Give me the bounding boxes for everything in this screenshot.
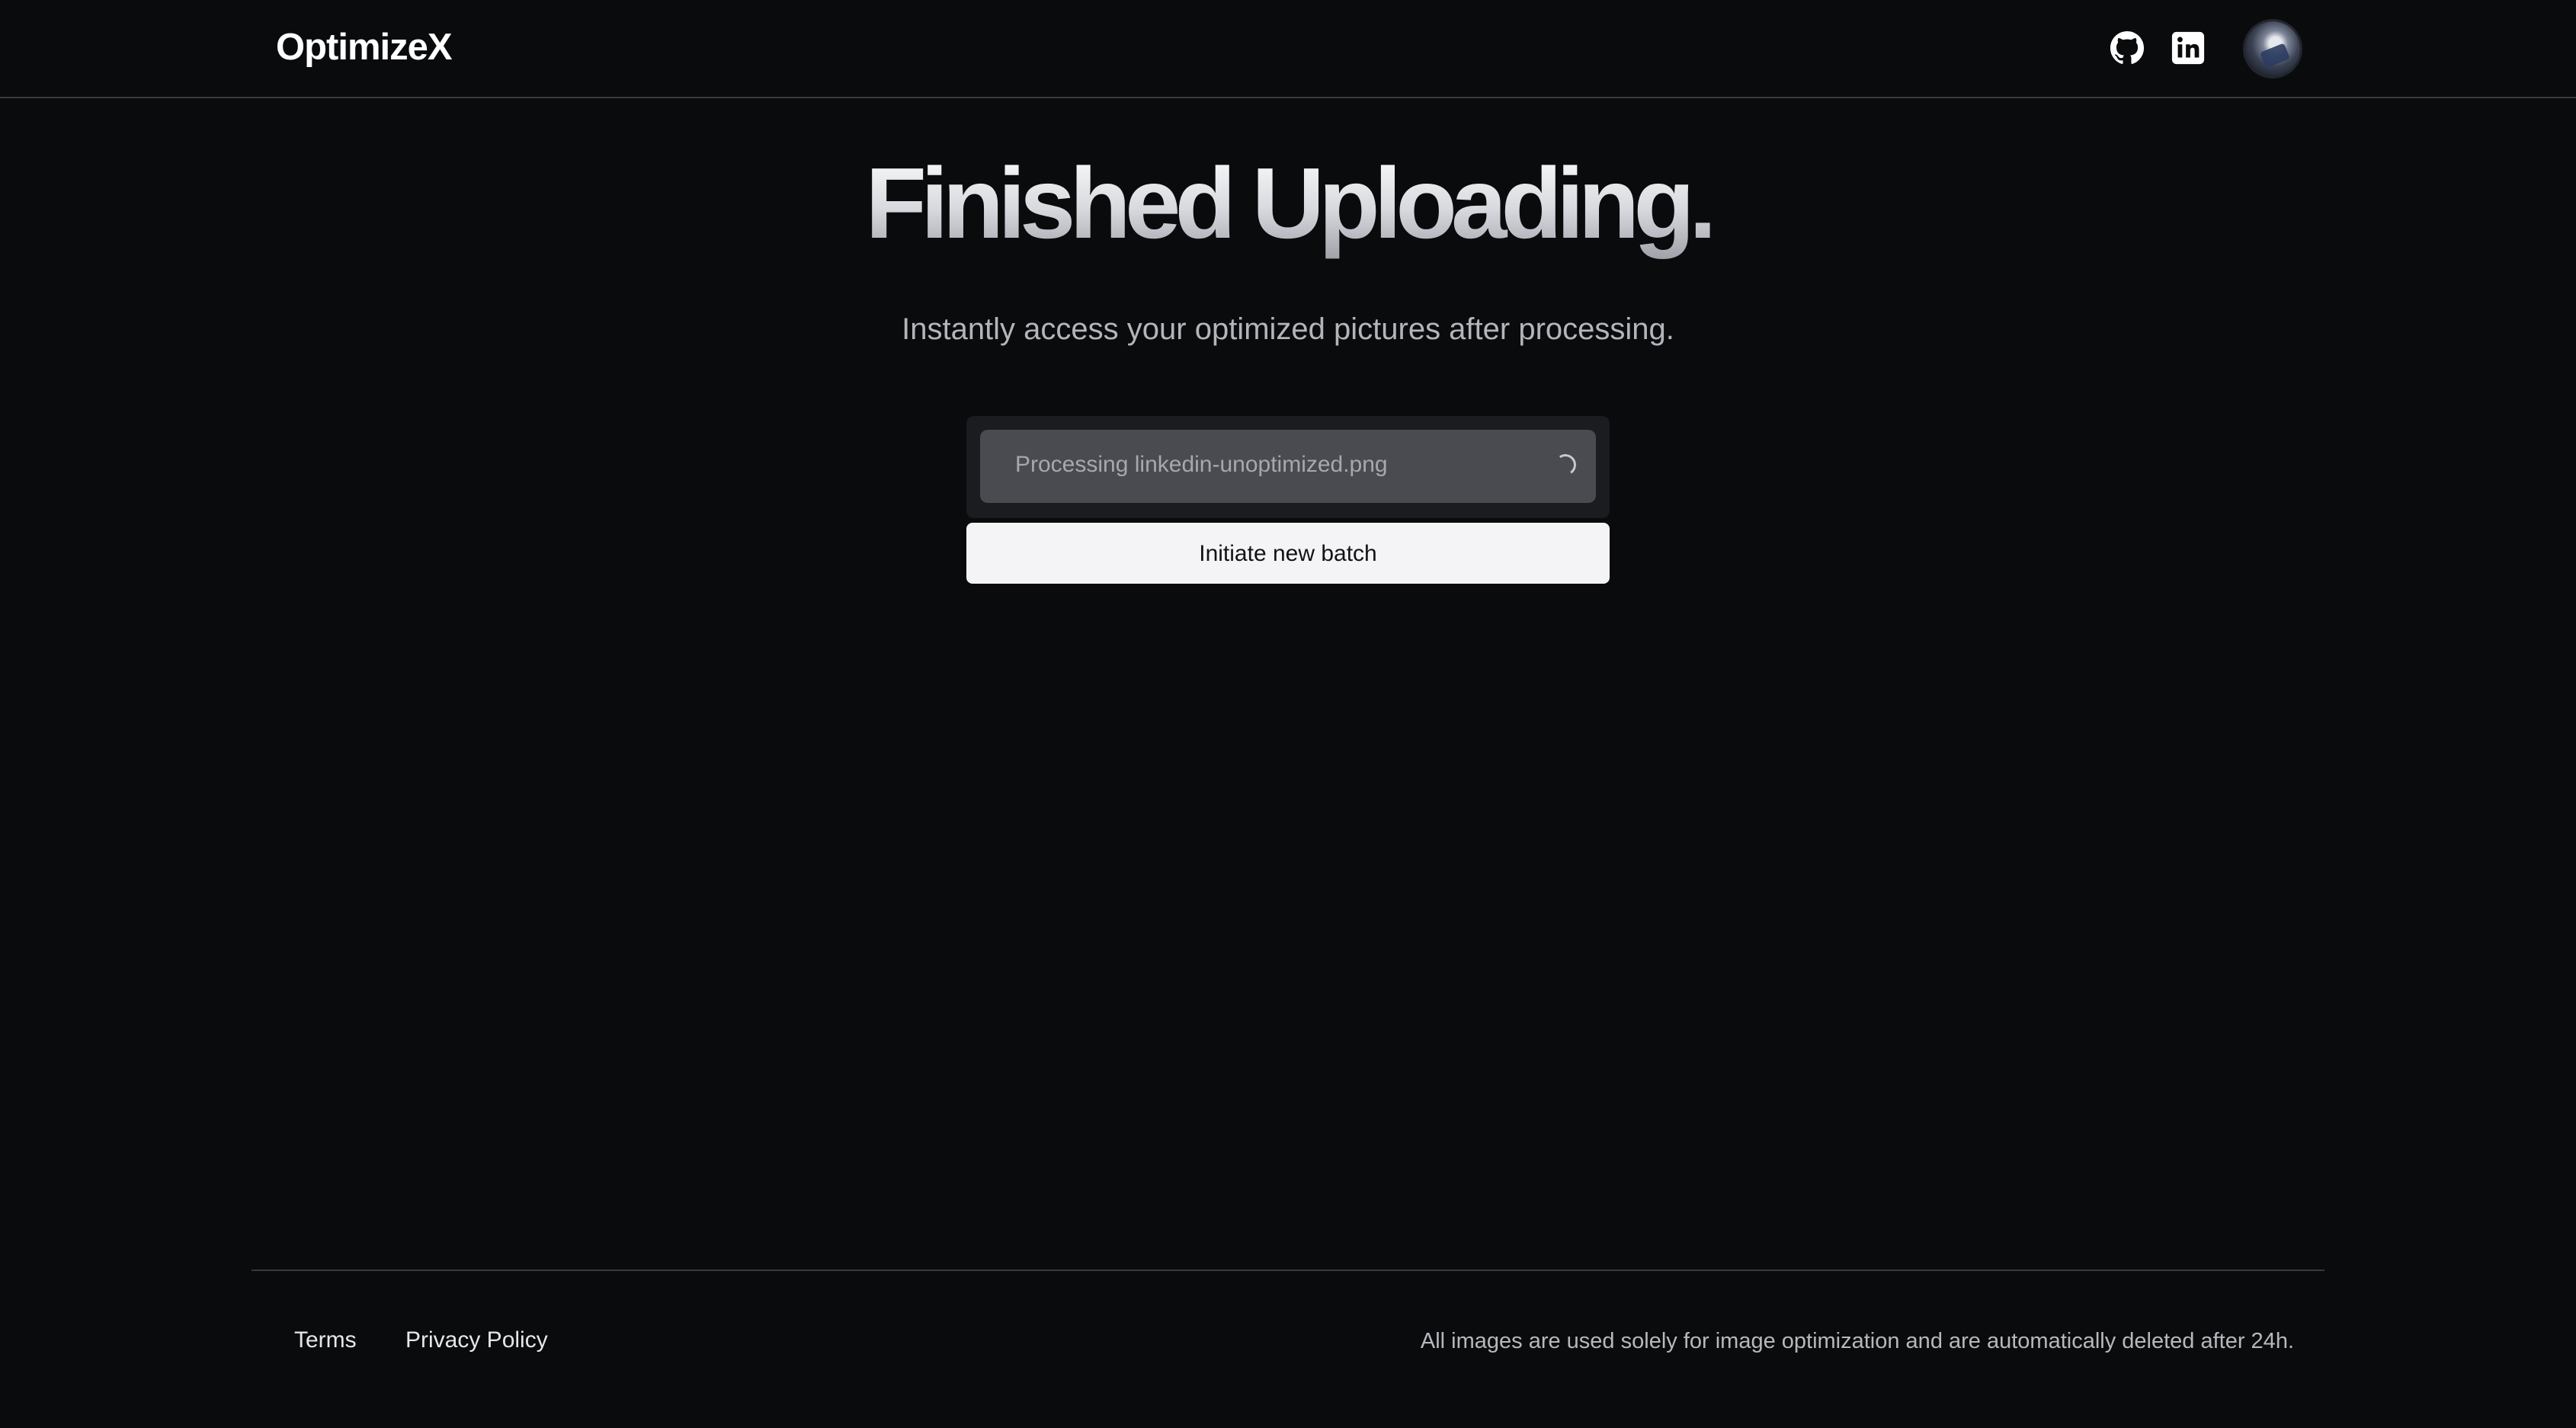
avatar-image-detail xyxy=(2260,43,2290,69)
page: OptimizeX Finished Uploading. Instantly … xyxy=(0,0,2576,1428)
initiate-new-batch-button[interactable]: Initiate new batch xyxy=(966,523,1610,584)
footer-link-terms[interactable]: Terms xyxy=(294,1327,357,1353)
linkedin-icon[interactable] xyxy=(2171,30,2206,66)
user-avatar[interactable] xyxy=(2245,21,2300,76)
footer-link-privacy-policy[interactable]: Privacy Policy xyxy=(405,1327,548,1353)
footer-divider xyxy=(252,1270,2324,1271)
top-nav: OptimizeX xyxy=(0,0,2576,98)
page-title: Finished Uploading. xyxy=(0,146,2576,261)
spinner-icon xyxy=(1552,452,1578,478)
page-subtitle: Instantly access your optimized pictures… xyxy=(902,312,1674,346)
processing-label: Processing linkedin-unoptimized.png xyxy=(1015,452,1388,477)
brand-logo[interactable]: OptimizeX xyxy=(276,26,453,69)
processing-card: Processing linkedin-unoptimized.png xyxy=(966,416,1610,518)
processing-item: Processing linkedin-unoptimized.png xyxy=(980,430,1596,503)
footer-disclaimer: All images are used solely for image opt… xyxy=(1420,1329,2294,1353)
github-icon[interactable] xyxy=(2110,30,2145,66)
